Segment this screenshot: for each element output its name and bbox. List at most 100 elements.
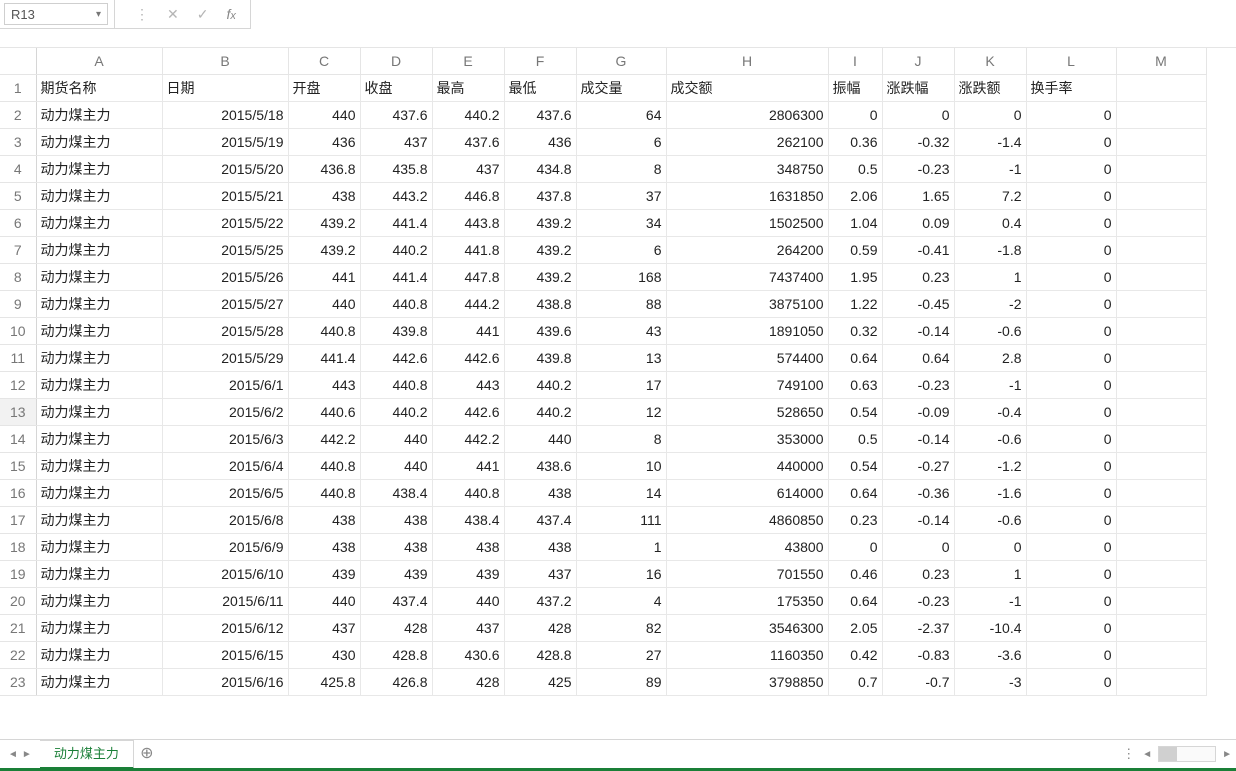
cell[interactable]: 439.2 <box>504 237 576 264</box>
cell[interactable]: 447.8 <box>432 264 504 291</box>
cell[interactable]: 262100 <box>666 129 828 156</box>
cell[interactable] <box>1116 426 1206 453</box>
cell[interactable]: 175350 <box>666 588 828 615</box>
cell[interactable]: 440.8 <box>288 480 360 507</box>
cell[interactable] <box>1116 129 1206 156</box>
cell[interactable]: -2.37 <box>882 615 954 642</box>
cell[interactable]: 437.6 <box>432 129 504 156</box>
cell[interactable]: 2015/6/10 <box>162 561 288 588</box>
column-header-C[interactable]: C <box>288 48 360 75</box>
cell[interactable]: 0 <box>1026 372 1116 399</box>
cell[interactable]: 0 <box>1026 291 1116 318</box>
cell[interactable]: 2015/5/28 <box>162 318 288 345</box>
row-header[interactable]: 14 <box>0 426 36 453</box>
row-header[interactable]: 20 <box>0 588 36 615</box>
cell[interactable]: 440.2 <box>432 102 504 129</box>
cell[interactable]: 430 <box>288 642 360 669</box>
cell[interactable]: 0.54 <box>828 399 882 426</box>
cell[interactable]: 437.8 <box>504 183 576 210</box>
row-header[interactable]: 17 <box>0 507 36 534</box>
cell[interactable]: 440.2 <box>360 399 432 426</box>
cell[interactable]: 437 <box>360 129 432 156</box>
tab-nav-buttons[interactable]: ◄ ► <box>0 749 40 760</box>
cell[interactable]: 2015/5/20 <box>162 156 288 183</box>
cell[interactable]: 动力煤主力 <box>36 480 162 507</box>
cell[interactable]: 437.4 <box>360 588 432 615</box>
cell[interactable]: -0.36 <box>882 480 954 507</box>
cell[interactable]: 0.4 <box>954 210 1026 237</box>
cell[interactable]: 0.23 <box>828 507 882 534</box>
cell[interactable]: 437 <box>288 615 360 642</box>
cell[interactable]: 428 <box>360 615 432 642</box>
sheet-tab-active[interactable]: 动力煤主力 <box>40 740 134 769</box>
row-header[interactable]: 9 <box>0 291 36 318</box>
cell[interactable]: 动力煤主力 <box>36 345 162 372</box>
cell[interactable]: 438.4 <box>432 507 504 534</box>
cell[interactable] <box>1116 102 1206 129</box>
cell[interactable]: 437.6 <box>360 102 432 129</box>
cell[interactable]: 436 <box>288 129 360 156</box>
cell[interactable]: 1160350 <box>666 642 828 669</box>
column-header-G[interactable]: G <box>576 48 666 75</box>
cell[interactable]: 动力煤主力 <box>36 102 162 129</box>
name-box[interactable]: R13 ▾ <box>4 3 108 25</box>
cell[interactable]: 439.2 <box>288 237 360 264</box>
cell[interactable]: 动力煤主力 <box>36 237 162 264</box>
cell[interactable] <box>1116 156 1206 183</box>
cell[interactable]: 442.6 <box>432 345 504 372</box>
cell[interactable]: 441 <box>432 453 504 480</box>
cell[interactable]: 2015/6/3 <box>162 426 288 453</box>
cell[interactable] <box>1116 237 1206 264</box>
cell[interactable]: 0.32 <box>828 318 882 345</box>
cell[interactable]: -0.14 <box>882 507 954 534</box>
cell[interactable]: 动力煤主力 <box>36 534 162 561</box>
select-all-corner[interactable] <box>0 48 36 75</box>
cell[interactable]: -1.4 <box>954 129 1026 156</box>
cell[interactable]: -0.45 <box>882 291 954 318</box>
cell[interactable]: 14 <box>576 480 666 507</box>
cell[interactable]: 444.2 <box>432 291 504 318</box>
cell[interactable]: 2.06 <box>828 183 882 210</box>
cell[interactable]: 0 <box>1026 102 1116 129</box>
cell[interactable]: 442.2 <box>432 426 504 453</box>
cell[interactable]: 440.8 <box>288 318 360 345</box>
row-header[interactable]: 2 <box>0 102 36 129</box>
cell[interactable]: 2015/6/4 <box>162 453 288 480</box>
name-box-dropdown-icon[interactable]: ▾ <box>96 9 101 20</box>
cell[interactable]: 441.8 <box>432 237 504 264</box>
cell[interactable]: -1 <box>954 588 1026 615</box>
cell[interactable]: 动力煤主力 <box>36 183 162 210</box>
cell[interactable]: 439.8 <box>360 318 432 345</box>
cell[interactable]: -0.32 <box>882 129 954 156</box>
cell[interactable] <box>1116 534 1206 561</box>
cell[interactable]: 439.2 <box>504 264 576 291</box>
cell[interactable]: 37 <box>576 183 666 210</box>
row-header[interactable]: 15 <box>0 453 36 480</box>
cell[interactable]: 446.8 <box>432 183 504 210</box>
cell[interactable]: 换手率 <box>1026 75 1116 102</box>
column-header-E[interactable]: E <box>432 48 504 75</box>
cell[interactable]: 收盘 <box>360 75 432 102</box>
cell[interactable]: 日期 <box>162 75 288 102</box>
cell[interactable]: 438 <box>360 507 432 534</box>
cell[interactable]: 437.4 <box>504 507 576 534</box>
cell[interactable]: -3.6 <box>954 642 1026 669</box>
tab-options-icon[interactable]: ⋮ <box>1122 746 1136 762</box>
cell[interactable]: 428 <box>432 669 504 696</box>
cell[interactable]: 0.23 <box>882 264 954 291</box>
cell[interactable]: 3798850 <box>666 669 828 696</box>
cell[interactable]: 64 <box>576 102 666 129</box>
column-header-L[interactable]: L <box>1026 48 1116 75</box>
cell[interactable]: 27 <box>576 642 666 669</box>
cell[interactable]: 7.2 <box>954 183 1026 210</box>
cell[interactable]: 749100 <box>666 372 828 399</box>
cell[interactable]: -1.2 <box>954 453 1026 480</box>
cell[interactable]: 动力煤主力 <box>36 129 162 156</box>
row-header[interactable]: 4 <box>0 156 36 183</box>
cell[interactable] <box>1116 453 1206 480</box>
cell[interactable]: 成交量 <box>576 75 666 102</box>
cell[interactable]: 440.8 <box>288 453 360 480</box>
cell[interactable]: 0 <box>828 102 882 129</box>
cell[interactable]: 43800 <box>666 534 828 561</box>
row-header[interactable]: 18 <box>0 534 36 561</box>
